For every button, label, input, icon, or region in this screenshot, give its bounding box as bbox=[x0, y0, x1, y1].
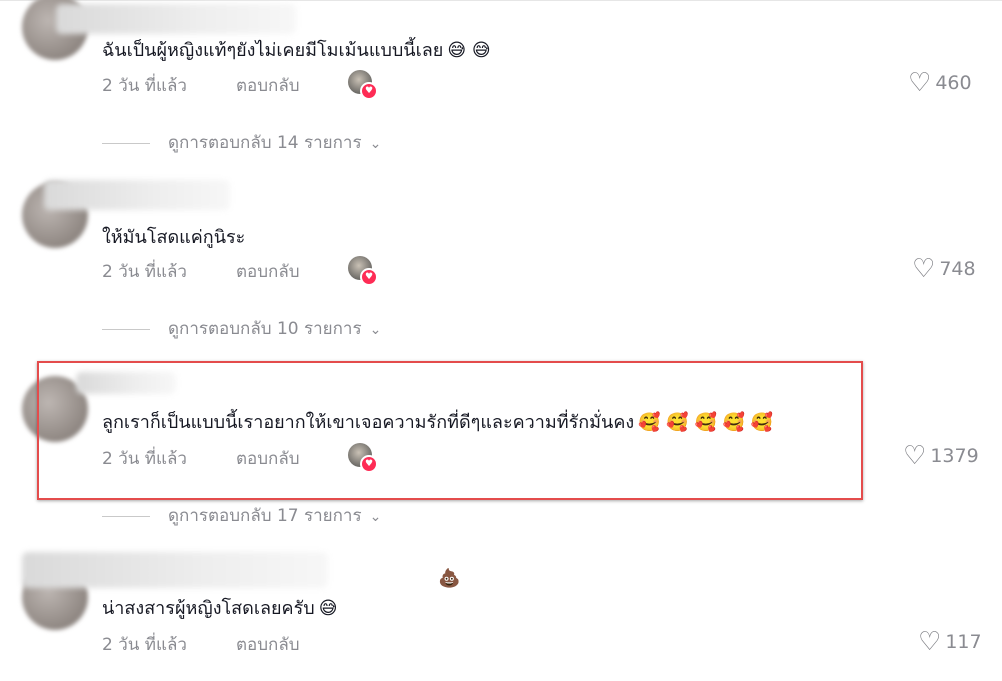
view-replies-button[interactable]: ดูการตอบกลับ 10 รายการ ⌄ bbox=[102, 315, 381, 342]
highlight-box bbox=[37, 361, 863, 500]
username-blurred bbox=[56, 4, 296, 34]
like-count: 748 bbox=[939, 258, 976, 280]
like-count: 460 bbox=[935, 72, 972, 94]
creator-heart-icon: ♥ bbox=[360, 268, 378, 286]
comment-emojis: 😅 bbox=[318, 598, 338, 619]
comment-meta: 2 วัน ที่แล้ว ตอบกลับ bbox=[102, 258, 300, 285]
replies-divider-line bbox=[102, 328, 150, 330]
comment-text-body: ให้มันโสดแค่กูนิระ bbox=[102, 227, 246, 248]
comment-item: น่าสงสารผู้หญิงโสดเลยครับ 😅 2 วัน ที่แล้ว… bbox=[0, 546, 1002, 681]
heart-outline-icon: ♡ bbox=[903, 441, 927, 471]
comment-item: ให้มันโสดแค่กูนิระ 2 วัน ที่แล้ว ตอบกลับ … bbox=[0, 170, 1002, 360]
view-replies-button[interactable]: ดูการตอบกลับ 17 รายการ ⌄ bbox=[102, 502, 381, 529]
comment-emojis: 😅 😅 bbox=[447, 40, 491, 61]
replies-divider-line bbox=[102, 142, 150, 144]
like-button[interactable]: ♡ 748 bbox=[912, 254, 976, 284]
reply-button[interactable]: ตอบกลับ bbox=[236, 72, 300, 99]
chevron-down-icon: ⌄ bbox=[369, 136, 382, 152]
comment-text-body: น่าสงสารผู้หญิงโสดเลยครับ bbox=[102, 598, 315, 619]
comment-item: ฉันเป็นผู้หญิงแท้ๆยังไม่เคยมีโมเม้นแบบนี… bbox=[0, 0, 1002, 170]
comment-text: ฉันเป็นผู้หญิงแท้ๆยังไม่เคยมีโมเม้นแบบนี… bbox=[102, 39, 491, 63]
username-blurred bbox=[44, 180, 230, 210]
like-count: 117 bbox=[945, 631, 982, 653]
view-replies-button[interactable]: ดูการตอบกลับ 14 รายการ ⌄ bbox=[102, 129, 381, 156]
creator-liked-avatar: ♥ bbox=[348, 70, 378, 100]
comment-text: น่าสงสารผู้หญิงโสดเลยครับ 😅 bbox=[102, 597, 337, 621]
reply-button[interactable]: ตอบกลับ bbox=[236, 258, 300, 285]
like-button[interactable]: ♡ 460 bbox=[908, 68, 972, 98]
comment-timestamp: 2 วัน ที่แล้ว bbox=[102, 76, 187, 96]
view-replies-label: ดูการตอบกลับ 14 รายการ bbox=[168, 133, 362, 153]
creator-heart-icon: ♥ bbox=[360, 82, 378, 100]
username-blurred bbox=[22, 552, 328, 588]
comment-timestamp: 2 วัน ที่แล้ว bbox=[102, 635, 187, 655]
replies-divider-line bbox=[102, 515, 150, 517]
heart-outline-icon: ♡ bbox=[908, 68, 932, 98]
reply-button[interactable]: ตอบกลับ bbox=[236, 631, 300, 658]
heart-outline-icon: ♡ bbox=[918, 627, 942, 657]
like-button[interactable]: ♡ 117 bbox=[918, 627, 982, 657]
comment-text-body: ฉันเป็นผู้หญิงแท้ๆยังไม่เคยมีโมเม้นแบบนี… bbox=[102, 40, 444, 61]
like-count: 1379 bbox=[930, 445, 979, 467]
comment-text: ให้มันโสดแค่กูนิระ bbox=[102, 226, 245, 250]
comment-timestamp: 2 วัน ที่แล้ว bbox=[102, 262, 187, 282]
view-replies-label: ดูการตอบกลับ 10 รายการ bbox=[168, 319, 362, 339]
chevron-down-icon: ⌄ bbox=[369, 322, 382, 338]
heart-outline-icon: ♡ bbox=[912, 254, 936, 284]
creator-liked-avatar: ♥ bbox=[348, 256, 378, 286]
poop-emoji-icon: 💩 bbox=[438, 568, 461, 589]
chevron-down-icon: ⌄ bbox=[369, 509, 382, 525]
like-button[interactable]: ♡ 1379 bbox=[903, 441, 979, 471]
comment-meta: 2 วัน ที่แล้ว ตอบกลับ bbox=[102, 72, 300, 99]
comment-meta: 2 วัน ที่แล้ว ตอบกลับ bbox=[102, 631, 300, 658]
view-replies-label: ดูการตอบกลับ 17 รายการ bbox=[168, 506, 362, 526]
